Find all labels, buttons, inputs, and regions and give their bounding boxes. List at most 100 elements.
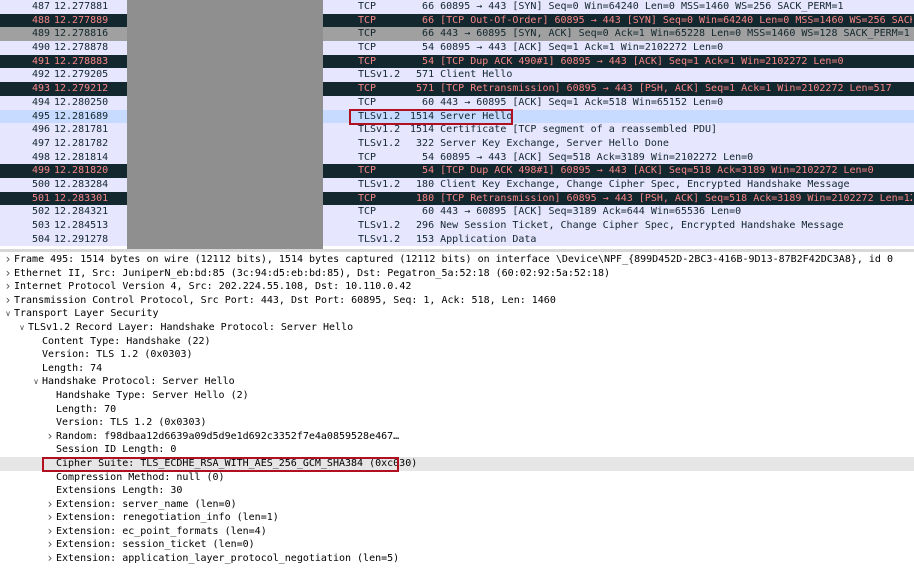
- chevron-right-icon[interactable]: ›: [45, 511, 55, 525]
- packet-time: 12.280250: [54, 96, 109, 108]
- packet-time: 12.278883: [54, 55, 109, 67]
- detail-tree-item[interactable]: Version: TLS 1.2 (0x0303): [0, 348, 914, 362]
- packet-protocol: TCP: [358, 1, 377, 12]
- packet-time: 12.281689: [54, 110, 109, 122]
- pane-splitter[interactable]: [0, 249, 914, 252]
- detail-tree-item[interactable]: › Extension: ec_point_formats (len=4): [0, 524, 914, 539]
- packet-info: 54 [TCP Dup ACK 498#1] 60895 → 443 [ACK]…: [404, 165, 874, 177]
- packet-number: 493: [31, 83, 50, 95]
- chevron-down-icon[interactable]: ∨: [3, 307, 13, 321]
- detail-text: Ethernet II, Src: JuniperN_eb:bd:85 (3c:…: [14, 267, 611, 279]
- packet-info: 180 [TCP Retransmission] 60895 → 443 [PS…: [404, 192, 912, 204]
- packet-info: 60 443 → 60895 [ACK] Seq=3189 Ack=644 Wi…: [404, 206, 742, 218]
- packet-time: 12.281820: [54, 165, 109, 177]
- detail-text: Session ID Length: 0: [56, 444, 177, 456]
- packet-number: 500: [31, 178, 50, 190]
- packet-protocol: TLSv1.2: [358, 69, 401, 81]
- packet-number: 494: [31, 96, 50, 108]
- detail-tree-item[interactable]: Session ID Length: 0: [0, 443, 914, 457]
- packet-details-tree[interactable]: › Frame 495: 1514 bytes on wire (12112 bi…: [0, 253, 914, 573]
- chevron-right-icon[interactable]: ›: [45, 497, 55, 512]
- detail-text: Version: TLS 1.2 (0x0303): [56, 417, 207, 429]
- detail-text: Extension: application_layer_protocol_ne…: [56, 553, 400, 565]
- chevron-right-icon[interactable]: ›: [45, 538, 55, 552]
- chevron-down-icon[interactable]: ∨: [17, 321, 27, 335]
- detail-tree-item[interactable]: Handshake Type: Server Hello (2): [0, 389, 914, 403]
- detail-text: Extension: server_name (len=0): [56, 498, 237, 510]
- chevron-right-icon[interactable]: ›: [45, 524, 55, 539]
- packet-protocol: TCP: [358, 192, 377, 204]
- packet-info: 60 443 → 60895 [ACK] Seq=1 Ack=518 Win=6…: [404, 96, 724, 108]
- packet-protocol: TLSv1.2: [358, 220, 401, 231]
- detail-text: Version: TLS 1.2 (0x0303): [42, 349, 193, 361]
- detail-text: Extension: ec_point_formats (len=4): [56, 525, 267, 537]
- packet-info: 153 Application Data: [404, 233, 537, 245]
- detail-tree-item[interactable]: Length: 74: [0, 362, 914, 376]
- chevron-right-icon[interactable]: ›: [45, 429, 55, 444]
- packet-protocol: TCP: [358, 42, 377, 54]
- packet-protocol: TCP: [358, 14, 377, 26]
- detail-text: Length: 74: [42, 362, 103, 374]
- packet-time: 12.291278: [54, 233, 109, 245]
- packet-protocol: TCP: [358, 165, 377, 177]
- detail-tree-item[interactable]: ∨ Transport Layer Security: [0, 307, 914, 321]
- detail-text: Random: f98dbaa12d6639a09d5d9e1d692c3352…: [56, 430, 400, 442]
- detail-tree-item[interactable]: › Transmission Control Protocol, Src Port…: [0, 293, 914, 308]
- detail-tree-item[interactable]: › Random: f98dbaa12d6639a09d5d9e1d692c335…: [0, 429, 914, 444]
- detail-text: Handshake Type: Server Hello (2): [56, 389, 249, 401]
- detail-tree-item[interactable]: › Frame 495: 1514 bytes on wire (12112 bi…: [0, 253, 914, 267]
- packet-time: 12.283284: [54, 178, 109, 190]
- packet-time: 12.277889: [54, 14, 109, 26]
- packet-number: 492: [31, 69, 50, 81]
- detail-tree-item[interactable]: › Internet Protocol Version 4, Src: 202.2…: [0, 280, 914, 294]
- packet-info: 180 Client Key Exchange, Change Cipher S…: [404, 178, 850, 190]
- cipher-suite-highlight-box: [42, 457, 399, 472]
- detail-tree-item[interactable]: › Extension: session_ticket (len=0): [0, 538, 914, 552]
- packet-info: 571 [TCP Retransmission] 60895 → 443 [PS…: [404, 83, 892, 95]
- detail-tree-item[interactable]: ∨ TLSv1.2 Record Layer: Handshake Protoco…: [0, 321, 914, 335]
- packet-info: 66 443 → 60895 [SYN, ACK] Seq=0 Ack=1 Wi…: [404, 28, 910, 40]
- detail-tree-item[interactable]: Length: 70: [0, 403, 914, 417]
- detail-tree-item[interactable]: ∨ Handshake Protocol: Server Hello: [0, 375, 914, 389]
- detail-tree-item[interactable]: › Extension: server_name (len=0): [0, 497, 914, 512]
- detail-text: Compression Method: null (0): [56, 471, 225, 483]
- packet-number: 491: [31, 55, 50, 67]
- packet-protocol: TCP: [358, 96, 377, 108]
- chevron-right-icon[interactable]: ›: [3, 253, 13, 267]
- packet-time: 12.281814: [54, 151, 109, 163]
- detail-tree-item[interactable]: Compression Method: null (0): [0, 471, 914, 485]
- chevron-right-icon[interactable]: ›: [45, 551, 55, 566]
- packet-number: 490: [31, 42, 50, 54]
- packet-info: 1514 Certificate [TCP segment of a reass…: [404, 124, 718, 136]
- detail-tree-item[interactable]: Extensions Length: 30: [0, 484, 914, 498]
- packet-info: 571 Client Hello: [404, 69, 513, 81]
- chevron-down-icon[interactable]: ∨: [31, 375, 41, 389]
- packet-time: 12.284513: [54, 220, 109, 231]
- packet-time: 12.279212: [54, 83, 109, 95]
- packet-number: 498: [31, 151, 50, 163]
- detail-tree-item[interactable]: › Extension: renegotiation_info (len=1): [0, 511, 914, 525]
- packet-number: 502: [31, 206, 50, 218]
- detail-text: Frame 495: 1514 bytes on wire (12112 bit…: [14, 254, 893, 265]
- packet-info: 54 [TCP Dup ACK 490#1] 60895 → 443 [ACK]…: [404, 55, 844, 67]
- chevron-right-icon[interactable]: ›: [3, 266, 13, 281]
- detail-text: Transport Layer Security: [14, 308, 159, 320]
- chevron-right-icon[interactable]: ›: [3, 293, 13, 308]
- packet-number: 495: [31, 110, 50, 122]
- packet-info: 66 60895 → 443 [SYN] Seq=0 Win=64240 Len…: [404, 1, 844, 12]
- packet-time: 12.284321: [54, 206, 109, 218]
- detail-tree-item[interactable]: Version: TLS 1.2 (0x0303): [0, 416, 914, 430]
- packet-time: 12.278816: [54, 28, 109, 40]
- server-hello-highlight-box: [349, 109, 513, 125]
- packet-time: 12.281781: [54, 124, 109, 136]
- packet-time: 12.277881: [54, 1, 109, 12]
- detail-text: Internet Protocol Version 4, Src: 202.22…: [14, 281, 412, 293]
- detail-tree-item[interactable]: Content Type: Handshake (22): [0, 335, 914, 349]
- packet-time: 12.279205: [54, 69, 109, 81]
- detail-tree-item[interactable]: › Extension: application_layer_protocol_n…: [0, 551, 914, 566]
- detail-text: TLSv1.2 Record Layer: Handshake Protocol…: [28, 321, 354, 333]
- chevron-right-icon[interactable]: ›: [3, 280, 13, 294]
- packet-protocol: TCP: [358, 206, 377, 218]
- packet-number: 496: [31, 124, 50, 136]
- detail-tree-item[interactable]: › Ethernet II, Src: JuniperN_eb:bd:85 (3c…: [0, 266, 914, 281]
